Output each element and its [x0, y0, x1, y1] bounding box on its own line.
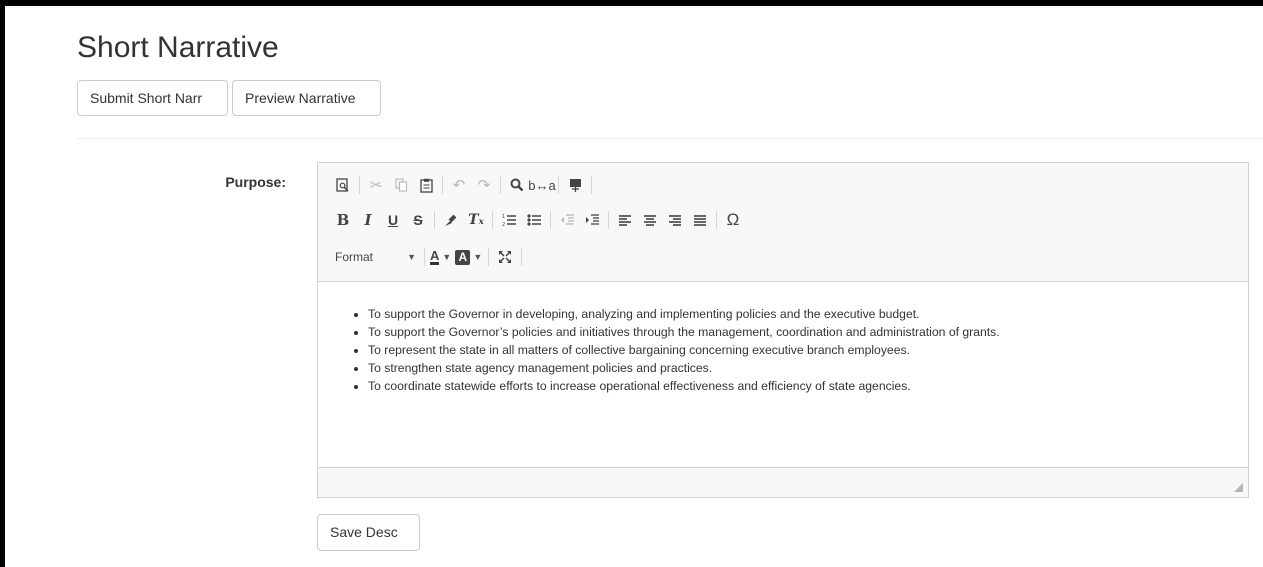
bulleted-list-icon[interactable] — [523, 209, 545, 231]
submit-short-narrative-button[interactable]: Submit Short Narr — [77, 80, 228, 116]
editor-content-area[interactable]: To support the Governor in developing, a… — [318, 281, 1248, 467]
maximize-icon[interactable] — [494, 246, 516, 268]
toolbar-separator — [434, 211, 435, 229]
numbered-list-icon[interactable]: 12 — [498, 209, 520, 231]
svg-text:2: 2 — [502, 222, 505, 227]
list-item: To strengthen state agency management po… — [368, 359, 1000, 377]
toolbar-row-2: B I U S Tₓ 12 Ω — [332, 209, 747, 231]
list-item: To coordinate statewide efforts to incre… — [368, 377, 1000, 395]
special-character-icon[interactable]: Ω — [722, 209, 744, 231]
italic-icon[interactable]: I — [357, 209, 379, 231]
purpose-bullet-list: To support the Governor in developing, a… — [318, 305, 1000, 395]
save-description-button[interactable]: Save Desc — [317, 514, 420, 551]
list-item: To represent the state in all matters of… — [368, 341, 1000, 359]
toolbar-separator — [500, 176, 501, 194]
preview-icon[interactable] — [332, 174, 354, 196]
format-dropdown[interactable]: Format ▼ — [332, 246, 422, 268]
cut-icon[interactable]: ✂ — [365, 174, 387, 196]
toolbar-separator — [608, 211, 609, 229]
underline-icon[interactable]: U — [382, 209, 404, 231]
list-item: To support the Governor’s policies and i… — [368, 323, 1000, 341]
editor-toolbar: ✂ ↶ ↷ b↔a B I U S Tₓ 1 2 Ω Format ▼ A ▼ … — [318, 163, 1248, 282]
toolbar-separator — [492, 211, 493, 229]
copy-icon[interactable] — [390, 174, 412, 196]
toolbar-row-3: Format ▼ A ▼ A ▼ — [332, 246, 527, 268]
paste-icon[interactable] — [415, 174, 437, 196]
background-color-icon[interactable]: A ▼ — [455, 249, 482, 265]
list-item: To support the Governor in developing, a… — [368, 305, 1000, 323]
toolbar-separator — [488, 248, 490, 266]
toolbar-separator — [716, 211, 717, 229]
align-left-icon[interactable] — [614, 209, 636, 231]
increase-indent-icon[interactable] — [581, 209, 603, 231]
undo-icon[interactable]: ↶ — [448, 174, 470, 196]
section-divider — [77, 138, 1263, 139]
toolbar-separator — [550, 211, 551, 229]
chevron-down-icon: ▼ — [407, 252, 416, 262]
justify-icon[interactable] — [689, 209, 711, 231]
page-title: Short Narrative — [77, 31, 279, 64]
text-color-icon[interactable]: A ▼ — [430, 249, 451, 265]
replace-icon[interactable]: b↔a — [528, 174, 555, 196]
window-top-border — [0, 0, 1263, 6]
decrease-indent-icon[interactable] — [556, 209, 578, 231]
toolbar-separator — [424, 248, 425, 266]
purpose-label: Purpose: — [225, 174, 286, 190]
format-dropdown-label: Format — [335, 250, 374, 264]
toolbar-separator — [521, 248, 523, 266]
toolbar-separator — [591, 176, 592, 194]
copy-format-icon[interactable] — [440, 209, 462, 231]
align-right-icon[interactable] — [664, 209, 686, 231]
toolbar-row-1: ✂ ↶ ↷ b↔a — [332, 174, 597, 196]
toolbar-separator — [359, 176, 360, 194]
svg-text:1: 1 — [502, 214, 505, 220]
strikethrough-icon[interactable]: S — [407, 209, 429, 231]
window-left-border — [0, 0, 5, 567]
align-center-icon[interactable] — [639, 209, 661, 231]
bold-icon[interactable]: B — [332, 209, 354, 231]
preview-narrative-button[interactable]: Preview Narrative — [232, 80, 381, 116]
resize-handle-icon[interactable] — [1234, 483, 1243, 492]
rich-text-editor: ✂ ↶ ↷ b↔a B I U S Tₓ 1 2 Ω Format ▼ A ▼ … — [317, 162, 1249, 498]
find-icon[interactable] — [506, 174, 528, 196]
show-blocks-icon[interactable] — [564, 174, 586, 196]
redo-icon[interactable]: ↷ — [473, 174, 495, 196]
toolbar-separator — [442, 176, 443, 194]
editor-status-bar — [318, 467, 1248, 497]
remove-format-icon[interactable]: Tₓ — [465, 209, 487, 231]
toolbar-separator — [558, 176, 559, 194]
